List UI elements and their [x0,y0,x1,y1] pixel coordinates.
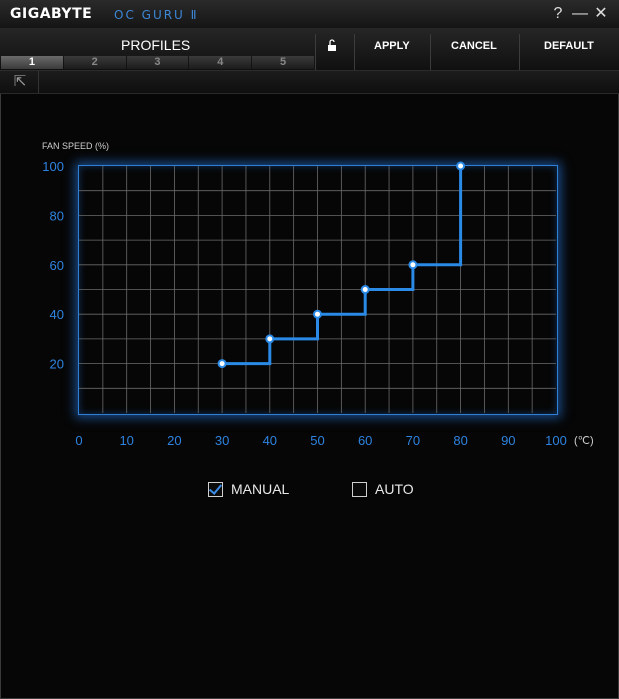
x-tick-label: 50 [310,433,324,448]
x-tick-label: 90 [501,433,515,448]
auto-label: AUTO [375,481,414,497]
x-tick-label: 60 [358,433,372,448]
x-unit-label: (℃) [574,435,594,447]
x-tick-label: 80 [453,433,467,448]
x-tick-label: 40 [263,433,277,448]
curve-point[interactable] [313,309,322,319]
x-tick-label: 0 [75,433,82,448]
y-tick-label: 40 [50,307,64,322]
manual-option[interactable]: MANUAL [208,481,289,497]
curve-point[interactable] [217,359,227,369]
x-tick-label: 30 [215,433,229,448]
x-tick-label: 10 [119,433,133,448]
auto-checkbox[interactable] [352,481,367,497]
auto-option[interactable]: AUTO [352,481,414,497]
x-tick-label: 70 [406,433,420,448]
x-tick-label: 100 [545,433,567,448]
manual-label: MANUAL [231,481,290,497]
fan-curve-chart[interactable]: 20 40 60 80 100 0 10 20 30 40 50 60 70 80 90 100 (℃) [0,0,619,699]
curve-point[interactable] [408,260,418,270]
y-tick-label: 20 [50,357,64,372]
curve-point[interactable] [265,334,275,344]
y-tick-label: 80 [50,208,64,223]
y-tick-label: 100 [42,159,64,174]
x-tick-label: 20 [167,433,181,448]
y-tick-label: 60 [50,258,64,273]
curve-point[interactable] [456,161,466,171]
manual-checkbox[interactable] [208,481,223,497]
curve-point[interactable] [360,285,370,294]
